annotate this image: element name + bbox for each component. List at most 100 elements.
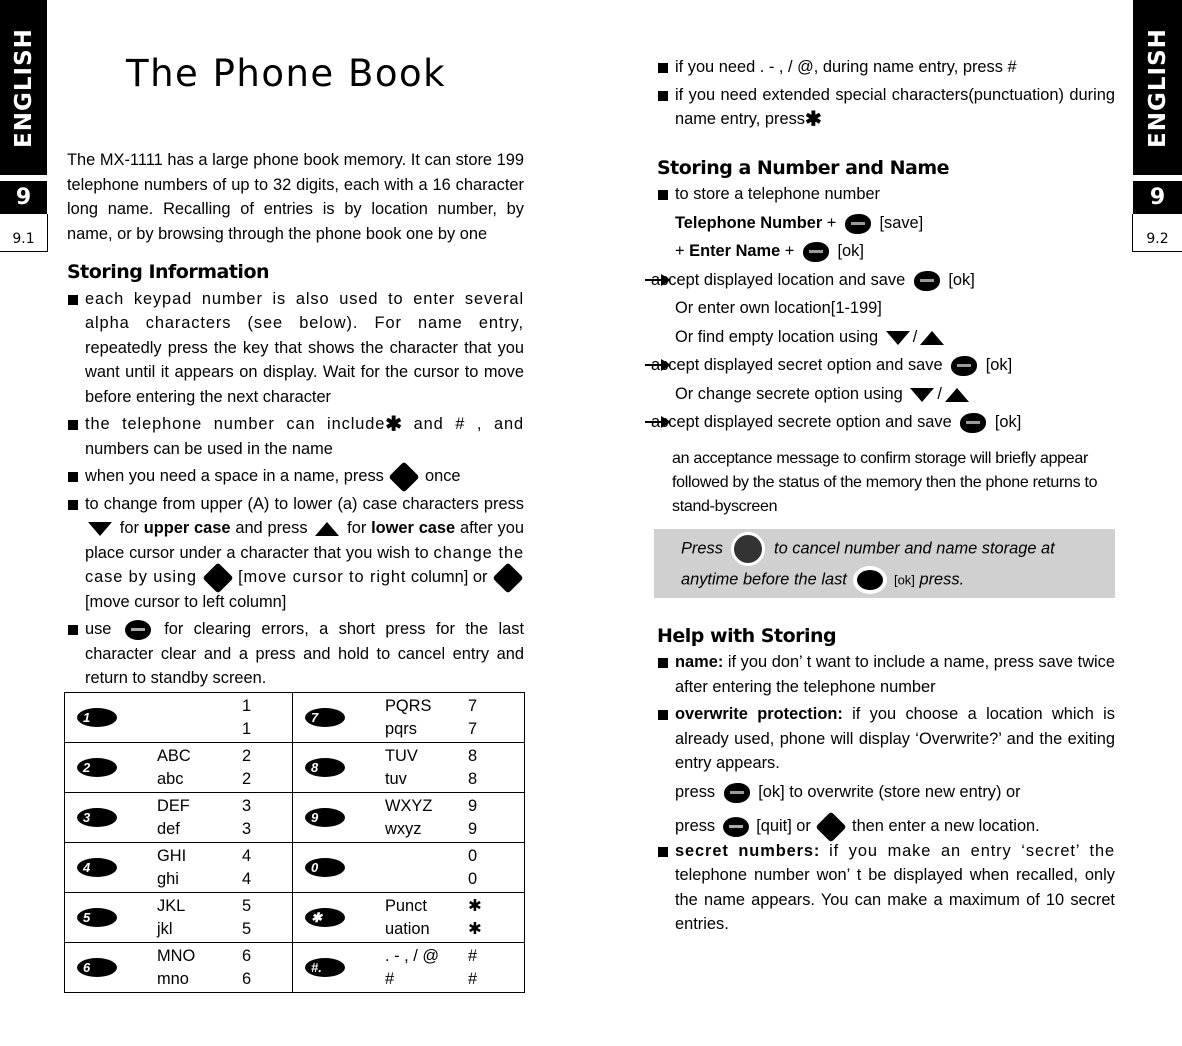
page-title: The Phone Book bbox=[126, 52, 447, 95]
keypad-key-cell: 1 bbox=[64, 692, 157, 743]
keypad-key-icon: 5 bbox=[77, 908, 117, 927]
keypad-key-cell: 2 bbox=[64, 742, 157, 793]
acceptance-message: an acceptance message to confirm storage… bbox=[672, 449, 1098, 515]
step-accept-secrete: accept displayed secrete option and save… bbox=[633, 410, 1115, 435]
digit-cell: 44 bbox=[242, 842, 293, 893]
enter-key-icon bbox=[802, 242, 829, 263]
keypad-key-icon: 3 bbox=[77, 808, 117, 827]
page-number-right: 9.2 bbox=[1132, 214, 1182, 252]
keypad-row: 2 ABC abc 2 2 8 TUV tuv 8 8 bbox=[64, 742, 525, 793]
enter-key-icon bbox=[853, 565, 888, 594]
keypad-key-cell: 8 bbox=[292, 742, 385, 793]
step-press-quit: press [quit] or then enter a new locatio… bbox=[657, 811, 1115, 843]
language-tab-right: ENGLISH bbox=[1133, 0, 1182, 175]
language-label: ENGLISH bbox=[1144, 28, 1171, 148]
down-key-icon bbox=[315, 522, 340, 537]
bullet-case-change: to change from upper (A) to lower (a) ca… bbox=[67, 492, 524, 615]
keypad-key-cell: 6 bbox=[64, 942, 157, 993]
keypad-key-icon: ✱ bbox=[305, 908, 345, 927]
star-key-icon: ✱ bbox=[804, 108, 822, 131]
digit-cell: 77 bbox=[468, 692, 525, 743]
keypad-key-icon: 1 bbox=[77, 708, 117, 727]
chapter-number-left: 9 bbox=[0, 181, 47, 214]
section-heading-storing-number: Storing a Number and Name bbox=[657, 156, 950, 179]
letters-cell: PQRS pqrs bbox=[385, 692, 468, 743]
letters-cell bbox=[385, 842, 468, 893]
step-telephone-number: Telephone Number + [save] bbox=[675, 213, 924, 234]
cancel-note-box: Press to cancel number and name storage … bbox=[654, 528, 1115, 598]
arrow-icon bbox=[645, 359, 671, 372]
power-end-key-icon bbox=[731, 531, 766, 566]
keypad-key-icon: 6 bbox=[77, 958, 117, 977]
keypad-key-icon: #. bbox=[305, 958, 345, 977]
bullet-secret-numbers: secret numbers: if you make an entry ‘se… bbox=[657, 839, 1115, 937]
enter-key-icon bbox=[951, 356, 978, 377]
language-tab-left: ENGLISH bbox=[0, 0, 47, 175]
bullet-keypad-alpha: each keypad number is also used to enter… bbox=[67, 287, 524, 410]
step-accept-location: accept displayed location and save [ok] bbox=[633, 268, 1115, 293]
keypad-row: 5 JKL jkl 5 5 ✱ Punct uation ✱ ✱ bbox=[64, 892, 525, 943]
keypad-key-icon: 8 bbox=[305, 758, 345, 777]
step-find-empty: Or find empty location using / bbox=[657, 325, 1115, 350]
letters-cell: TUV tuv bbox=[385, 742, 468, 793]
digit-cell: 66 bbox=[242, 942, 293, 993]
digit-cell: 88 bbox=[468, 742, 525, 793]
keypad-key-cell: 7 bbox=[292, 692, 385, 743]
keypad-row: 1 1 1 7 PQRS pqrs 7 7 bbox=[64, 692, 525, 743]
section-heading-storing-information: Storing Information bbox=[67, 261, 270, 283]
step-own-location: Or enter own location[1-199] bbox=[675, 299, 882, 318]
keypad-key-cell: ✱ bbox=[292, 892, 385, 943]
keypad-character-table: 1 1 1 7 PQRS pqrs 7 7 2 ABC abc 2 2 8 TUV tuv 8 8 3 DEF def… bbox=[64, 692, 525, 993]
enter-key-icon bbox=[844, 213, 871, 234]
digit-cell: # # bbox=[468, 942, 525, 993]
arrow-icon bbox=[645, 273, 671, 286]
bullet-punctuation-hash: if you need . - , / @, during name entry… bbox=[657, 55, 1115, 80]
letters-cell: JKL jkl bbox=[157, 892, 242, 943]
bullet-back-key: use for clearing errors, a short press f… bbox=[67, 617, 524, 691]
right-arrow-key-icon bbox=[388, 461, 420, 493]
digit-cell: 99 bbox=[468, 792, 525, 843]
section-heading-help: Help with Storing bbox=[657, 624, 837, 647]
keypad-row: 4 GHI ghi 4 4 0 00 bbox=[64, 842, 525, 893]
keypad-key-icon: 7 bbox=[305, 708, 345, 727]
enter-key-icon bbox=[960, 413, 987, 434]
enter-key-icon bbox=[723, 782, 750, 803]
back-key-icon bbox=[722, 817, 749, 838]
down-key-icon bbox=[920, 330, 945, 345]
intro-paragraph: The MX-1111 has a large phone book memor… bbox=[67, 151, 524, 243]
letters-cell: GHI ghi bbox=[157, 842, 242, 893]
letters-cell: Punct uation bbox=[385, 892, 468, 943]
keypad-key-icon: 4 bbox=[77, 858, 117, 877]
page-number-left: 9.1 bbox=[0, 214, 48, 252]
step-accept-secret: accept displayed secret option and save … bbox=[633, 353, 1115, 378]
keypad-row: 3 DEF def 3 3 9 WXYZ wxyz 9 9 bbox=[64, 792, 525, 843]
letters-cell: MNO mno bbox=[157, 942, 242, 993]
keypad-key-cell: 3 bbox=[64, 792, 157, 843]
digit-cell: 22 bbox=[242, 742, 293, 793]
chapter-number-right: 9 bbox=[1133, 181, 1182, 214]
star-key-icon: ✱ bbox=[385, 413, 403, 436]
keypad-key-cell: 9 bbox=[292, 792, 385, 843]
bullet-number-symbols: the telephone number can include✱ and # … bbox=[67, 412, 524, 461]
letters-cell: DEF def bbox=[157, 792, 242, 843]
keypad-row: 6 MNO mno 6 6 #. . - , / @ # # # bbox=[64, 942, 525, 993]
letters-cell: WXYZ wxyz bbox=[385, 792, 468, 843]
step-press-ok-overwrite: press [ok] to overwrite (store new entry… bbox=[675, 782, 1021, 803]
digit-cell: 55 bbox=[242, 892, 293, 943]
keypad-key-cell: #. bbox=[292, 942, 385, 993]
digit-cell: 33 bbox=[242, 792, 293, 843]
keypad-key-cell: 5 bbox=[64, 892, 157, 943]
left-c-key-icon bbox=[201, 562, 234, 594]
letters-cell: . - , / @ # bbox=[385, 942, 468, 993]
letters-cell: ABC abc bbox=[157, 742, 242, 793]
digit-cell: 11 bbox=[242, 692, 293, 743]
up-key-icon bbox=[910, 387, 935, 402]
keypad-key-icon: 0 bbox=[305, 858, 345, 877]
right-arrow-key-icon bbox=[492, 562, 524, 594]
back-key-icon bbox=[124, 620, 151, 641]
bullet-extended-chars: if you need extended special characters(… bbox=[657, 83, 1115, 132]
up-key-icon bbox=[88, 522, 112, 537]
step-enter-name: + Enter Name + [ok] bbox=[675, 242, 864, 263]
enter-key-icon bbox=[913, 270, 940, 291]
digit-cell: ✱ ✱ bbox=[468, 892, 525, 943]
